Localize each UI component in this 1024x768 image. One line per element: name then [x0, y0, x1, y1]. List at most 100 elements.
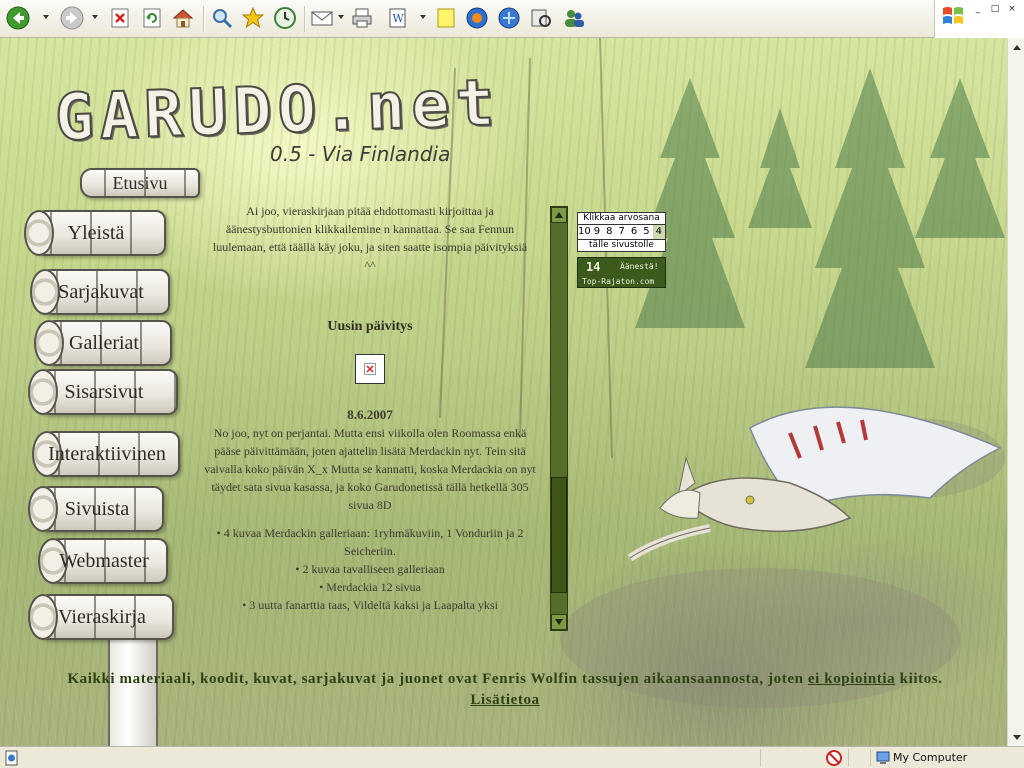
mail-dropdown-icon[interactable]	[338, 15, 344, 19]
stop-icon[interactable]	[108, 6, 132, 30]
nav-item-label: Interaktiivinen	[48, 442, 166, 465]
page-scrollbar[interactable]	[1007, 38, 1024, 746]
rating-widget: Klikkaa arvosana 10 9 8 7 6 5 4 tälle si…	[577, 212, 666, 252]
security-zone-label: My Computer	[893, 751, 968, 764]
page-scroll-up-button[interactable]	[1009, 39, 1024, 55]
nav-item-galleriat[interactable]: Galleriat	[34, 320, 172, 366]
arrow-down-icon	[555, 619, 563, 625]
search-icon[interactable]	[210, 6, 234, 30]
list-item: 2 kuvaa tavalliseen galleriaan	[200, 560, 540, 578]
favorites-icon[interactable]	[241, 6, 265, 30]
nav-item-label: Sarjakuvat	[58, 280, 144, 303]
content-scrollbar[interactable]	[550, 206, 568, 631]
rating-option[interactable]: 5	[640, 225, 652, 239]
close-button[interactable]: ×	[1005, 3, 1019, 15]
svg-text:W: W	[393, 12, 405, 25]
nav-item-sarjakuvat[interactable]: Sarjakuvat	[30, 269, 170, 315]
forward-icon[interactable]	[60, 6, 84, 30]
scroll-thumb[interactable]	[551, 477, 567, 593]
nav-item-vieraskirja[interactable]: Vieraskirja	[28, 594, 174, 640]
more-info-link[interactable]: Lisätietoa	[470, 692, 539, 708]
top-list-vote-badge[interactable]: 14 Äänestä! Top-Rajaton.com	[577, 257, 666, 288]
list-item: Merdackia 12 sivua	[200, 578, 540, 596]
nav-item-label: Webmaster	[59, 549, 149, 572]
nav-item-label: Galleriat	[69, 331, 139, 354]
scroll-up-button[interactable]	[551, 207, 567, 223]
log-end-icon	[24, 210, 54, 256]
window-brand-area: _ □ ×	[934, 0, 1024, 38]
page-scroll-down-button[interactable]	[1009, 729, 1024, 745]
mail-icon[interactable]	[310, 6, 334, 30]
arrow-down-icon	[1012, 734, 1021, 740]
edit-icon[interactable]: W	[386, 6, 410, 30]
media-icon[interactable]	[529, 6, 553, 30]
nav-item-sisarsivut[interactable]: Sisarsivut	[28, 369, 178, 415]
scroll-down-button[interactable]	[551, 614, 567, 630]
history-icon[interactable]	[273, 6, 297, 30]
back-icon[interactable]	[6, 6, 30, 30]
toolbar-separator	[203, 6, 204, 32]
vote-action-label: Äänestä!	[620, 262, 659, 271]
nav-item-yleista[interactable]: Yleistä	[24, 210, 166, 256]
status-cell	[848, 749, 868, 766]
site-subtitle: 0.5 - Via Finlandia	[270, 142, 451, 166]
computer-zone-icon	[876, 751, 890, 764]
log-end-icon	[28, 486, 58, 532]
research-icon[interactable]	[497, 6, 521, 30]
arrow-up-icon	[555, 212, 563, 218]
minimize-button[interactable]: _	[971, 3, 985, 15]
rating-option[interactable]: 4	[652, 225, 665, 239]
rating-footer: tälle sivustolle	[577, 239, 666, 252]
page-viewport: GARUDO.net 0.5 - Via Finlandia Etusivu Y…	[0, 38, 1007, 746]
forward-dropdown-icon[interactable]	[92, 15, 98, 19]
update-date: 8.6.2007	[347, 407, 393, 422]
log-end-icon	[30, 269, 60, 315]
toolbar-separator	[304, 6, 305, 32]
rating-option[interactable]: 10	[578, 225, 591, 239]
update-list: 4 kuvaa Merdackin galleriaan: 1ryhmäkuvi…	[200, 524, 540, 614]
nav-item-label: Etusivu	[112, 172, 168, 193]
messenger-icon[interactable]	[465, 6, 489, 30]
nav-item-webmaster[interactable]: Webmaster	[38, 538, 168, 584]
vote-count: 14	[586, 260, 601, 274]
arrow-up-icon	[1012, 44, 1021, 50]
intro-text: Ai joo, vieraskirjaan pitää ehdottomasti…	[212, 204, 528, 272]
rating-option[interactable]: 6	[628, 225, 640, 239]
copyright-text-end: kiitos.	[895, 671, 943, 687]
nav-item-interaktiivinen[interactable]: Interaktiivinen	[32, 431, 180, 477]
rating-header: Klikkaa arvosana	[577, 212, 666, 225]
latest-update-heading: Uusin päivitys	[327, 319, 413, 334]
status-cell	[760, 749, 820, 766]
log-end-icon	[34, 320, 64, 366]
home-icon[interactable]	[171, 6, 195, 30]
status-bar: My Computer	[0, 746, 1024, 768]
vote-site-label: Top-Rajaton.com	[582, 277, 655, 286]
rating-option[interactable]: 8	[603, 225, 615, 239]
update-body: No joo, nyt on perjantai. Mutta ensi vii…	[204, 426, 536, 512]
list-item: 3 uutta fanarttia taas, Vildeltä kaksi j…	[200, 596, 540, 614]
restore-button[interactable]: □	[988, 3, 1002, 15]
nav-item-etusivu[interactable]: Etusivu	[80, 168, 200, 198]
nav-item-sivuista[interactable]: Sivuista	[28, 486, 164, 532]
refresh-icon[interactable]	[140, 6, 164, 30]
print-icon[interactable]	[350, 6, 374, 30]
contacts-icon[interactable]	[562, 6, 586, 30]
news-content-panel[interactable]: Ai joo, vieraskirjaan pitää ehdottomasti…	[200, 198, 540, 638]
browser-toolbar: W _ □ ×	[0, 0, 1024, 38]
rating-option[interactable]: 7	[615, 225, 627, 239]
nav-item-label: Sivuista	[64, 497, 130, 520]
no-copying-link[interactable]: ei kopiointia	[808, 671, 895, 687]
list-item: 4 kuvaa Merdackin galleriaan: 1ryhmäkuvi…	[200, 524, 540, 560]
edit-dropdown-icon[interactable]	[420, 15, 426, 19]
popup-blocked-icon[interactable]	[826, 750, 842, 766]
log-end-icon	[28, 369, 58, 415]
nav-item-label: Vieraskirja	[58, 605, 146, 628]
rating-option[interactable]: 9	[591, 225, 603, 239]
copyright-footer: Kaikki materiaali, koodit, kuvat, sarjak…	[30, 669, 980, 711]
broken-image-icon	[355, 354, 385, 384]
back-dropdown-icon[interactable]	[43, 15, 49, 19]
notes-icon[interactable]	[434, 6, 458, 30]
log-end-icon	[28, 594, 58, 640]
nav-item-label: Yleistä	[67, 221, 125, 244]
page-document-icon	[5, 750, 18, 766]
